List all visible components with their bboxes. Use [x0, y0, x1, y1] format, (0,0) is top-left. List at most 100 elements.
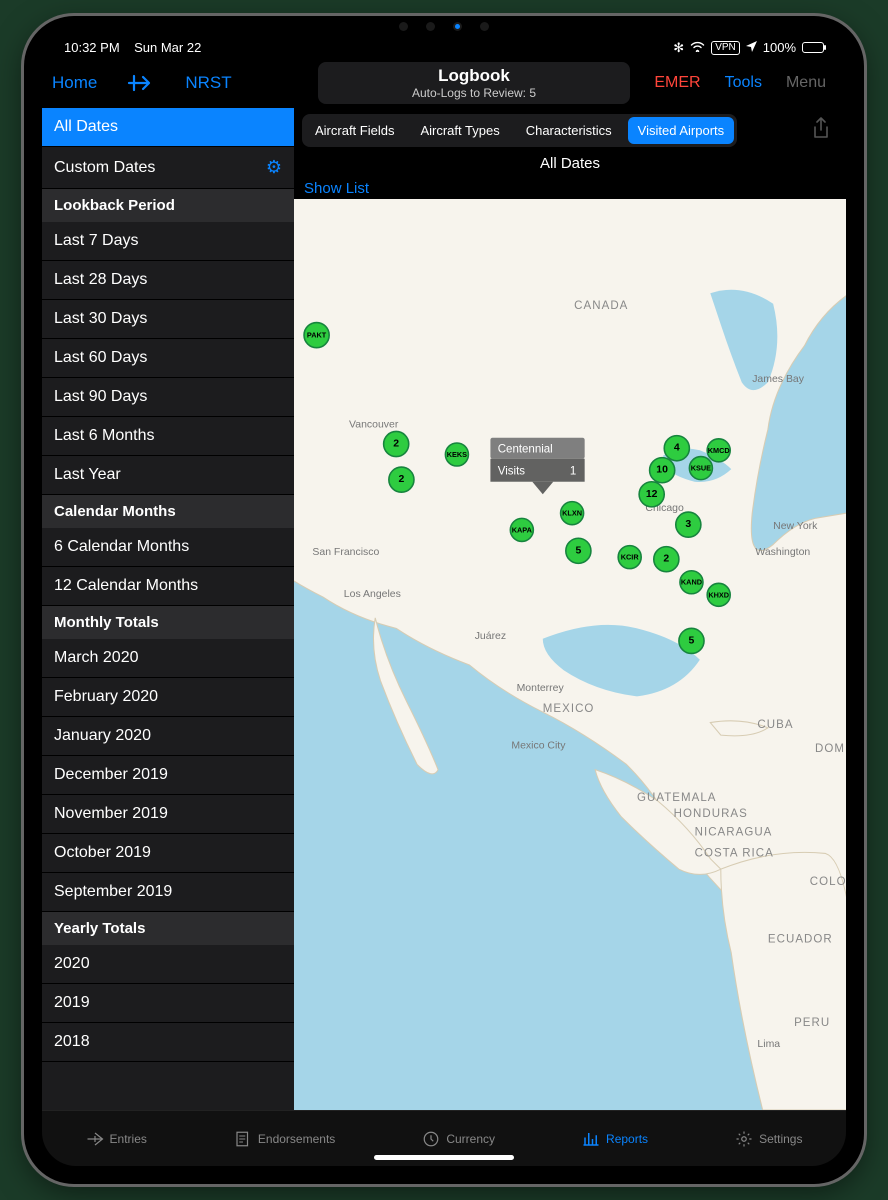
home-button[interactable]: Home	[52, 73, 97, 93]
city-ny: New York	[773, 521, 818, 532]
sidebar-item[interactable]: 6 Calendar Months	[42, 528, 294, 567]
sidebar-item: Lookback Period	[42, 189, 294, 222]
direct-to-icon[interactable]	[127, 73, 155, 93]
sidebar-item[interactable]: Last 6 Months	[42, 417, 294, 456]
airport-marker-label: KAPA	[512, 525, 533, 534]
vpn-badge: VPN	[711, 41, 740, 55]
sidebar-item[interactable]: October 2019	[42, 834, 294, 873]
battery-pct: 100%	[763, 40, 796, 55]
location-icon	[746, 40, 757, 55]
airport-marker-label: 2	[398, 474, 404, 485]
tab-settings-label: Settings	[759, 1132, 802, 1146]
airport-marker-label: PAKT	[307, 331, 327, 340]
city-mexicocity: Mexico City	[511, 741, 566, 752]
nrst-button[interactable]: NRST	[185, 73, 231, 93]
emer-button[interactable]: EMER	[654, 74, 700, 92]
city-la: Los Angeles	[344, 589, 401, 600]
wifi-icon	[690, 40, 705, 55]
sidebar-item[interactable]: Last 7 Days	[42, 222, 294, 261]
sidebar-item[interactable]: Last 60 Days	[42, 339, 294, 378]
menu-button[interactable]: Menu	[786, 74, 826, 92]
navigation-bar: Home NRST Logbook Auto-Logs to Review: 5…	[42, 58, 846, 108]
label-costarica: COSTA RICA	[695, 848, 774, 860]
tab-settings[interactable]: Settings	[735, 1130, 802, 1148]
sidebar-item: Calendar Months	[42, 495, 294, 528]
airport-marker-label: KLXN	[562, 509, 582, 518]
label-peru: PERU	[794, 1017, 830, 1029]
tab-entries[interactable]: Entries	[86, 1130, 147, 1148]
segment-aircraft-types[interactable]: Aircraft Types	[410, 117, 509, 144]
airport-marker-label: 4	[674, 443, 680, 454]
segment-characteristics[interactable]: Characteristics	[516, 117, 622, 144]
gear-icon[interactable]: ⚙	[266, 157, 282, 178]
callout-title: Centennial	[498, 443, 553, 455]
city-vancouver: Vancouver	[349, 419, 399, 430]
status-date: Sun Mar 22	[134, 40, 201, 55]
sidebar-item[interactable]: 2019	[42, 984, 294, 1023]
sidebar-item[interactable]: January 2020	[42, 717, 294, 756]
sidebar-item: Monthly Totals	[42, 606, 294, 639]
segment-aircraft-fields[interactable]: Aircraft Fields	[305, 117, 404, 144]
tab-currency[interactable]: Currency	[422, 1130, 495, 1148]
city-monterrey: Monterrey	[517, 683, 565, 694]
sensor-array	[399, 22, 489, 31]
sidebar-item[interactable]: Custom Dates⚙	[42, 147, 294, 189]
report-subtitle: All Dates	[294, 153, 846, 178]
tab-endorsements-label: Endorsements	[258, 1132, 335, 1146]
home-indicator[interactable]	[374, 1155, 514, 1160]
airport-marker-label: KAND	[681, 578, 702, 587]
airport-marker-label: 5	[575, 545, 581, 556]
label-ecuador: ECUADOR	[768, 933, 833, 945]
sidebar-item[interactable]: Last Year	[42, 456, 294, 495]
airport-marker-label: 5	[689, 635, 695, 646]
sidebar-item[interactable]: February 2020	[42, 678, 294, 717]
label-canada: CANADA	[574, 300, 628, 312]
callout-stat-label: Visits	[498, 465, 526, 477]
airport-marker-label: 3	[685, 519, 691, 530]
date-range-sidebar[interactable]: All DatesCustom Dates⚙Lookback PeriodLas…	[42, 108, 294, 1110]
city-jamesbay: James Bay	[752, 374, 805, 385]
airport-marker-label: KHXD	[708, 590, 729, 599]
city-lima: Lima	[757, 1039, 780, 1050]
airport-marker-label: 2	[663, 554, 669, 565]
nav-title-area[interactable]: Logbook Auto-Logs to Review: 5	[318, 62, 630, 104]
label-cuba: CUBA	[757, 719, 793, 731]
label-nicaragua: NICARAGUA	[695, 827, 773, 839]
callout-stat-value: 1	[570, 465, 576, 477]
sidebar-item[interactable]: 2020	[42, 945, 294, 984]
city-juarez: Juárez	[475, 631, 506, 642]
visited-airports-map[interactable]: CANADA MEXICO CUBA DOMINI REPUE GUATEMAL…	[294, 199, 846, 1110]
sidebar-item[interactable]: December 2019	[42, 756, 294, 795]
sidebar-item[interactable]: Last 90 Days	[42, 378, 294, 417]
label-mexico: MEXICO	[543, 703, 595, 715]
airport-marker-label: KEKS	[447, 450, 467, 459]
sidebar-item[interactable]: Last 30 Days	[42, 300, 294, 339]
tools-button[interactable]: Tools	[725, 74, 762, 92]
airport-marker-label: KSUE	[691, 464, 711, 473]
tab-reports[interactable]: Reports	[582, 1130, 648, 1148]
sidebar-item: Yearly Totals	[42, 912, 294, 945]
sidebar-item[interactable]: All Dates	[42, 108, 294, 147]
ipad-frame: 10:32 PM Sun Mar 22 ✻ VPN 100% Home	[24, 16, 864, 1184]
airport-marker-label: 12	[646, 489, 658, 500]
show-list-button[interactable]: Show List	[294, 178, 846, 199]
segment-visited-airports[interactable]: Visited Airports	[628, 117, 734, 144]
city-washington: Washington	[755, 547, 810, 558]
sidebar-item[interactable]: Last 28 Days	[42, 261, 294, 300]
sidebar-item[interactable]: September 2019	[42, 873, 294, 912]
label-honduras: HONDURAS	[674, 808, 748, 820]
page-title: Logbook	[328, 66, 620, 86]
label-colombia: COLOMBI	[810, 876, 846, 888]
airport-marker-label: KMCD	[708, 446, 730, 455]
report-type-segmented[interactable]: Aircraft FieldsAircraft Types Characteris…	[302, 114, 737, 147]
sidebar-item[interactable]: 2018	[42, 1023, 294, 1062]
airport-marker-label: 10	[656, 465, 668, 476]
sidebar-item[interactable]: November 2019	[42, 795, 294, 834]
dnd-icon: ✻	[673, 40, 684, 56]
airport-marker-label: 2	[393, 439, 399, 450]
sidebar-item[interactable]: 12 Calendar Months	[42, 567, 294, 606]
tab-endorsements[interactable]: Endorsements	[234, 1130, 335, 1148]
share-icon[interactable]	[804, 117, 838, 144]
label-guatemala: GUATEMALA	[637, 792, 717, 804]
sidebar-item[interactable]: March 2020	[42, 639, 294, 678]
